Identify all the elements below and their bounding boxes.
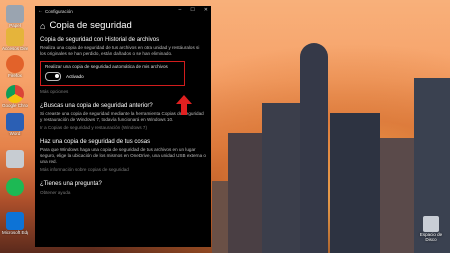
desktop-icon-label: Espacio de Disco bbox=[419, 232, 443, 242]
app-icon bbox=[6, 150, 24, 168]
section-heading-files-backup: Haz una copia de seguridad de tus cosas bbox=[40, 139, 151, 146]
word-icon bbox=[6, 113, 24, 131]
building bbox=[228, 133, 262, 253]
page-title: ⌂ Copia de seguridad bbox=[40, 20, 206, 31]
desktop-icon-label: Firefox bbox=[8, 73, 22, 78]
desktop-icon-firefox[interactable]: Firefox bbox=[2, 55, 28, 78]
annotation-arrow-up-icon bbox=[176, 95, 192, 115]
window-title: Configuración bbox=[45, 9, 73, 14]
spotify-icon bbox=[6, 178, 24, 196]
close-icon[interactable]: ✕ bbox=[204, 7, 208, 13]
building bbox=[330, 113, 380, 253]
chrome-icon bbox=[6, 85, 24, 103]
desktop-icon-accesos-directos[interactable]: Accesos Directos bbox=[2, 28, 28, 51]
building bbox=[380, 138, 416, 253]
toggle-knob bbox=[55, 74, 59, 79]
home-icon[interactable]: ⌂ bbox=[40, 21, 45, 31]
desktop-icon-espacio-disco[interactable]: Espacio de Disco bbox=[416, 216, 446, 242]
windows7-backup-link[interactable]: Ir a Copias de seguridad y restauración … bbox=[40, 125, 206, 130]
desktop-icon-app[interactable] bbox=[2, 150, 28, 168]
back-arrow-icon[interactable]: ← bbox=[38, 8, 43, 14]
page-title-text: Copia de seguridad bbox=[49, 20, 132, 31]
maximize-icon[interactable]: ☐ bbox=[190, 7, 194, 13]
section-description: Para que Windows haga una copia de segur… bbox=[40, 147, 206, 164]
toggle-state-label: Activado bbox=[66, 74, 84, 80]
section-heading-file-history: Copia de seguridad con Historial de arch… bbox=[40, 37, 160, 43]
toggle-label: Realizar una copia de seguridad automáti… bbox=[45, 64, 168, 70]
desktop-icon-chrome[interactable]: Google Chrome bbox=[2, 85, 28, 108]
building bbox=[262, 103, 302, 253]
section-heading-question: ¿Tienes una pregunta? bbox=[40, 181, 102, 188]
minimize-icon[interactable]: – bbox=[179, 7, 182, 13]
more-info-link[interactable]: Más información sobre copias de segurida… bbox=[40, 167, 206, 172]
auto-backup-toggle[interactable] bbox=[45, 72, 61, 82]
desktop-icon-edge[interactable]: Microsoft Edge bbox=[2, 212, 28, 235]
desktop-icon-spotify[interactable] bbox=[2, 178, 28, 196]
microsoft-edge-icon bbox=[6, 212, 24, 230]
section-description: Realiza una copia de seguridad de tus ar… bbox=[40, 45, 200, 56]
folder-icon bbox=[6, 28, 24, 46]
building-gherkin bbox=[300, 43, 328, 253]
drive-icon bbox=[423, 216, 439, 232]
desktop-icon-recycle-bin[interactable]: Papel bbox=[2, 5, 28, 28]
desktop-icon-label: Microsoft Edge bbox=[2, 230, 28, 235]
desktop-icon-word[interactable]: Word bbox=[2, 113, 28, 136]
recycle-bin-icon bbox=[6, 5, 24, 23]
desktop-icon-label: Word bbox=[9, 131, 21, 136]
toggle-highlight-box: Realizar una copia de seguridad automáti… bbox=[40, 61, 185, 87]
settings-window: ← Configuración – ☐ ✕ ⌂ Copia de segurid… bbox=[35, 6, 211, 247]
firefox-icon bbox=[6, 55, 24, 73]
more-options-link[interactable]: Más opciones bbox=[40, 89, 206, 94]
get-help-link[interactable]: Obtener ayuda bbox=[40, 190, 206, 195]
window-titlebar: ← Configuración – ☐ ✕ bbox=[35, 6, 211, 17]
window-controls: – ☐ ✕ bbox=[179, 7, 208, 13]
desktop-icon-label: Google Chrome bbox=[2, 103, 28, 108]
desktop-icon-label: Accesos Directos bbox=[2, 46, 28, 51]
